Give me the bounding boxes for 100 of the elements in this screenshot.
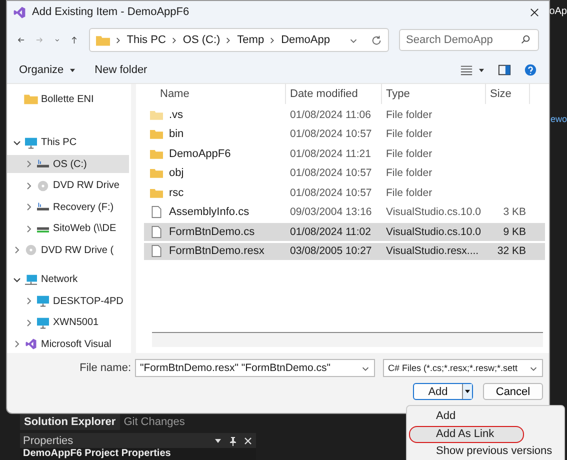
table-cell-text: 01/08/2024 10:57 bbox=[289, 167, 373, 180]
table-cell-text: 01/08/2024 10:57 bbox=[289, 128, 373, 140]
caret-icon[interactable] bbox=[478, 68, 485, 72]
table-cell-text: 01/08/2024 11:02 bbox=[289, 226, 372, 238]
organize-menu[interactable]: Organize bbox=[19, 64, 64, 76]
file-name-field[interactable]: "FormBtnDemo.resx" "FormBtnDemo.cs" bbox=[135, 359, 375, 377]
file-row[interactable]: FormBtnDemo.cs 01/08/2024 11:02 VisualStudio.cs.10.0 9 KB bbox=[144, 223, 545, 240]
column-header[interactable]: Date modified bbox=[286, 84, 382, 104]
folder-icon bbox=[24, 93, 38, 105]
table-cell-text: File folder bbox=[385, 186, 434, 199]
breadcrumb[interactable]: This PC bbox=[126, 34, 166, 46]
monitor-icon bbox=[24, 136, 38, 148]
logo-icon bbox=[13, 6, 26, 18]
network-icon bbox=[24, 274, 38, 286]
chevron-right-icon[interactable] bbox=[25, 297, 33, 305]
tree-item[interactable]: DVD RW Drive bbox=[7, 176, 129, 194]
logo-icon bbox=[24, 338, 38, 350]
tree-item[interactable]: DESKTOP-4PD bbox=[7, 292, 129, 310]
horizontal-scrollbar[interactable] bbox=[152, 332, 543, 347]
chevron-right-icon[interactable] bbox=[25, 160, 33, 168]
add-button[interactable]: Add bbox=[413, 383, 473, 400]
monitor-icon bbox=[36, 316, 50, 328]
cancel-button[interactable]: Cancel bbox=[483, 383, 543, 400]
drive-icon bbox=[36, 201, 50, 213]
chevron-right-icon[interactable] bbox=[25, 182, 33, 190]
table-cell-text: File folder bbox=[385, 167, 434, 180]
pin-icon[interactable] bbox=[228, 436, 238, 446]
view-list-icon[interactable] bbox=[460, 64, 473, 76]
panel-tab[interactable]: Solution Explorer bbox=[20, 414, 120, 430]
table-cell: bin bbox=[169, 128, 184, 140]
chevron-down-icon[interactable] bbox=[13, 276, 21, 284]
chevron-right-icon[interactable] bbox=[25, 203, 33, 211]
tree-item[interactable]: DVD RW Drive ( bbox=[7, 241, 129, 259]
window-title: Add Existing Item - DemoAppF6 bbox=[32, 6, 190, 18]
folder-icon bbox=[150, 108, 163, 121]
column-header[interactable]: Type bbox=[382, 84, 486, 104]
chevron-right-icon[interactable] bbox=[25, 318, 33, 326]
file-icon bbox=[150, 226, 163, 238]
tree-item[interactable]: This PC bbox=[7, 134, 129, 152]
tree-item[interactable]: SitoWeb (\\DE bbox=[7, 220, 129, 238]
table-cell-text: File folder bbox=[385, 148, 434, 160]
file-row[interactable]: bin 01/08/2024 10:57 File folder bbox=[144, 126, 545, 143]
folder-icon bbox=[150, 148, 163, 160]
table-cell: FormBtnDemo.resx bbox=[169, 245, 264, 258]
breadcrumb[interactable]: OS (C:) bbox=[182, 34, 220, 46]
tree-item[interactable]: Network bbox=[7, 270, 129, 288]
folder-icon bbox=[150, 167, 163, 180]
address-bar[interactable]: This PC OS (C:) Temp DemoApp bbox=[88, 28, 389, 52]
chevron-right-icon[interactable] bbox=[13, 340, 21, 348]
preview-pane-icon[interactable] bbox=[498, 64, 511, 76]
table-cell: 3 KB bbox=[503, 206, 526, 218]
search-icon bbox=[520, 34, 531, 45]
column-header[interactable]: Size bbox=[486, 84, 530, 104]
tree-item[interactable]: Recovery (F:) bbox=[7, 198, 129, 216]
file-icon bbox=[150, 206, 163, 218]
tree-item[interactable]: OS (C:) bbox=[7, 155, 129, 173]
file-row[interactable]: obj 01/08/2024 10:57 File folder bbox=[144, 164, 545, 182]
folder-icon bbox=[96, 34, 110, 46]
table-cell-text: File folder bbox=[385, 128, 434, 140]
table-cell-text: 01/08/2024 11:06 bbox=[289, 108, 372, 121]
chevron-right-icon bbox=[226, 36, 232, 44]
disc-icon bbox=[36, 180, 50, 192]
tree-item[interactable]: Microsoft Visual bbox=[7, 335, 129, 353]
tree-item[interactable]: XWN5001 bbox=[7, 314, 129, 332]
refresh-icon[interactable] bbox=[371, 34, 382, 46]
menu-item[interactable]: Add As Link bbox=[409, 426, 524, 443]
search-field[interactable]: Search DemoApp bbox=[399, 29, 539, 51]
table-cell-text: 03/08/2005 10:27 bbox=[289, 245, 373, 258]
close-icon[interactable] bbox=[530, 8, 539, 16]
file-row[interactable]: rsc 01/08/2024 10:57 File folder bbox=[144, 184, 545, 202]
object-selector[interactable]: DemoAppF6 Project Properties bbox=[20, 448, 256, 460]
file-row[interactable]: DemoAppF6 01/08/2024 11:21 File folder bbox=[144, 145, 545, 162]
chevron-right-icon[interactable] bbox=[13, 246, 21, 254]
breadcrumb[interactable]: DemoApp bbox=[281, 34, 330, 46]
file-row[interactable]: .vs 01/08/2024 11:06 File folder bbox=[144, 106, 545, 124]
disc-icon bbox=[24, 244, 38, 256]
background-text: ewo bbox=[550, 114, 567, 124]
file-row[interactable]: FormBtnDemo.resx 03/08/2005 10:27 VisualStudio.resx.... 32 KB bbox=[144, 242, 545, 260]
chevron-right-icon[interactable] bbox=[25, 224, 33, 232]
menu-item[interactable]: Show previous versions bbox=[409, 443, 562, 460]
up-arrow-icon[interactable] bbox=[70, 34, 79, 46]
breadcrumb[interactable]: Temp bbox=[237, 34, 264, 46]
column-header[interactable]: Name bbox=[144, 84, 286, 104]
tree-item[interactable]: Bollette ENI bbox=[7, 90, 129, 108]
table-cell-text: 01/08/2024 10:57 bbox=[289, 186, 373, 199]
monitor-icon bbox=[36, 295, 50, 307]
file-row[interactable]: AssemblyInfo.cs 09/03/2004 13:16 VisualStudio.cs.10.0 3 KB bbox=[144, 204, 545, 221]
drive-icon bbox=[36, 158, 50, 170]
panel-tab[interactable]: Git Changes bbox=[120, 414, 189, 430]
menu-item[interactable]: Add bbox=[409, 408, 562, 426]
table-cell-text: 09/03/2004 13:16 bbox=[289, 206, 373, 218]
folder-icon bbox=[150, 128, 163, 140]
table-cell: FormBtnDemo.cs bbox=[169, 226, 255, 238]
new-folder-button[interactable]: New folder bbox=[94, 64, 148, 76]
folder-icon bbox=[150, 186, 163, 199]
caret-icon[interactable] bbox=[464, 389, 471, 394]
help-icon[interactable] bbox=[524, 64, 537, 76]
chevron-down-icon[interactable] bbox=[13, 138, 21, 146]
file-type-dropdown[interactable]: C# Files (*.cs;*.resx;*.resw;*.sett bbox=[383, 359, 543, 377]
caret-icon[interactable] bbox=[68, 68, 76, 72]
